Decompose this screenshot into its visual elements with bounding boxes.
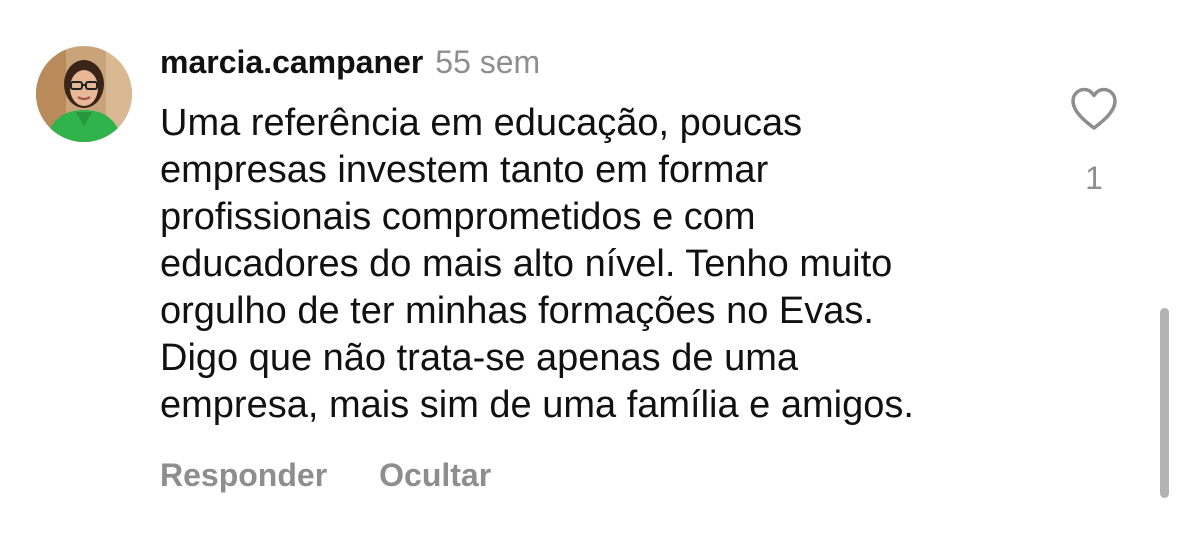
comment-header: marcia.campaner 55 sem <box>160 44 540 86</box>
avatar[interactable] <box>36 46 132 142</box>
comment-text-line: Uma referência em educação, poucas <box>160 102 803 144</box>
username[interactable]: marcia.campaner <box>160 44 423 81</box>
timestamp: 55 sem <box>435 44 541 80</box>
comment-text-line: orgulho de ter minhas formações no Evas. <box>160 290 874 332</box>
comment-text-line: educadores do mais alto nível. Tenho mui… <box>160 243 893 285</box>
comment-actions: Responder Ocultar <box>160 457 543 494</box>
comment-item: marcia.campaner 55 sem Uma referência em… <box>0 0 1179 552</box>
heart-outline-icon <box>1071 87 1117 130</box>
reply-button[interactable]: Responder <box>160 457 327 494</box>
comment-text-line: profissionais comprometidos e com <box>160 196 756 238</box>
comment-text: Uma referência em educação, poucas empre… <box>160 100 1040 429</box>
like-count: 1 <box>1085 160 1103 196</box>
comment-text-line: Digo que não trata-se apenas de uma <box>160 337 798 379</box>
like-button[interactable] <box>1069 86 1119 132</box>
comment-text-line: empresa, mais sim de uma família e amigo… <box>160 384 914 426</box>
hide-button[interactable]: Ocultar <box>379 457 491 494</box>
scrollbar[interactable] <box>1160 308 1169 498</box>
avatar-photo <box>36 46 132 142</box>
comment-text-line: empresas investem tanto em formar <box>160 149 769 191</box>
